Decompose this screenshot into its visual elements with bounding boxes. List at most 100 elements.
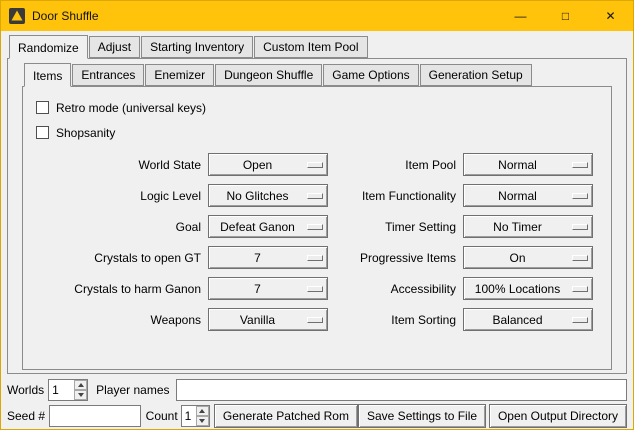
- arrow-down-icon: [199, 419, 205, 423]
- shopsanity-checkbox[interactable]: Shopsanity: [23, 120, 611, 145]
- accessibility-dropdown[interactable]: 100% Locations: [463, 277, 593, 300]
- seed-input[interactable]: [49, 405, 141, 427]
- worlds-spinner-up-button[interactable]: [74, 380, 87, 390]
- count-input[interactable]: [182, 406, 196, 426]
- dropdown-indicator-icon: [572, 162, 588, 168]
- randomize-tab-panel: Items Entrances Enemizer Dungeon Shuffle…: [7, 58, 627, 374]
- primary-notebook: Randomize Adjust Starting Inventory Cust…: [7, 35, 627, 374]
- titlebar: Door Shuffle — □ ✕: [1, 1, 633, 31]
- crystals-to-open-gt-value: 7: [211, 251, 304, 265]
- worlds-spinner-down-button[interactable]: [74, 390, 87, 400]
- item-sorting-value: Balanced: [466, 313, 569, 327]
- dropdown-indicator-icon: [572, 224, 588, 230]
- count-spinner[interactable]: [181, 405, 210, 427]
- secondary-tab-bar: Items Entrances Enemizer Dungeon Shuffle…: [22, 63, 612, 86]
- item-functionality-label: Item Functionality: [335, 189, 456, 203]
- accessibility-value: 100% Locations: [466, 282, 569, 296]
- dropdown-indicator-icon: [307, 286, 323, 292]
- tab-game-options[interactable]: Game Options: [323, 64, 418, 86]
- progressive-items-label: Progressive Items: [335, 251, 456, 265]
- crystals-to-open-gt-dropdown[interactable]: 7: [208, 246, 328, 269]
- item-pool-label: Item Pool: [335, 158, 456, 172]
- crystals-to-harm-ganon-dropdown[interactable]: 7: [208, 277, 328, 300]
- world-state-label: World State: [31, 158, 201, 172]
- item-functionality-value: Normal: [466, 189, 569, 203]
- checkbox-icon[interactable]: [36, 101, 49, 114]
- retro-mode-checkbox[interactable]: Retro mode (universal keys): [23, 95, 611, 120]
- dropdown-indicator-icon: [307, 255, 323, 261]
- world-state-value: Open: [211, 158, 304, 172]
- weapons-dropdown[interactable]: Vanilla: [208, 308, 328, 331]
- logic-level-value: No Glitches: [211, 189, 304, 203]
- checkbox-icon[interactable]: [36, 126, 49, 139]
- goal-label: Goal: [31, 220, 201, 234]
- progressive-items-dropdown[interactable]: On: [463, 246, 593, 269]
- count-spinner-down-button[interactable]: [196, 416, 209, 426]
- worlds-spinner[interactable]: [48, 379, 88, 401]
- primary-tab-bar: Randomize Adjust Starting Inventory Cust…: [7, 35, 627, 58]
- open-output-directory-button[interactable]: Open Output Directory: [489, 404, 627, 428]
- seed-label: Seed #: [7, 409, 45, 423]
- bottom-controls: Worlds Player names Seed # Count: [1, 374, 633, 429]
- window-title: Door Shuffle: [32, 9, 498, 23]
- arrow-up-icon: [78, 383, 84, 387]
- item-pool-dropdown[interactable]: Normal: [463, 153, 593, 176]
- accessibility-label: Accessibility: [335, 282, 456, 296]
- world-state-dropdown[interactable]: Open: [208, 153, 328, 176]
- crystals-to-open-gt-label: Crystals to open GT: [31, 251, 201, 265]
- tab-generation-setup[interactable]: Generation Setup: [420, 64, 532, 86]
- tab-adjust[interactable]: Adjust: [89, 36, 140, 58]
- crystals-to-harm-ganon-value: 7: [211, 282, 304, 296]
- tab-custom-item-pool[interactable]: Custom Item Pool: [254, 36, 367, 58]
- logic-level-dropdown[interactable]: No Glitches: [208, 184, 328, 207]
- goal-value: Defeat Ganon: [211, 220, 304, 234]
- dropdown-indicator-icon: [572, 317, 588, 323]
- maximize-button[interactable]: □: [543, 1, 588, 31]
- tab-entrances[interactable]: Entrances: [72, 64, 144, 86]
- tab-randomize[interactable]: Randomize: [9, 35, 88, 59]
- generate-patched-rom-button[interactable]: Generate Patched Rom: [214, 404, 358, 428]
- arrow-down-icon: [78, 393, 84, 397]
- arrow-up-icon: [199, 409, 205, 413]
- secondary-notebook: Items Entrances Enemizer Dungeon Shuffle…: [22, 63, 612, 370]
- save-settings-button[interactable]: Save Settings to File: [358, 404, 486, 428]
- options-grid: World State Open Item Pool Normal Logic …: [23, 149, 611, 335]
- item-pool-value: Normal: [466, 158, 569, 172]
- minimize-button[interactable]: —: [498, 1, 543, 31]
- player-names-label: Player names: [96, 383, 169, 397]
- item-sorting-label: Item Sorting: [335, 313, 456, 327]
- dropdown-indicator-icon: [307, 317, 323, 323]
- dropdown-indicator-icon: [307, 224, 323, 230]
- timer-setting-value: No Timer: [466, 220, 569, 234]
- timer-setting-dropdown[interactable]: No Timer: [463, 215, 593, 238]
- dropdown-indicator-icon: [572, 255, 588, 261]
- dropdown-indicator-icon: [572, 286, 588, 292]
- items-tab-panel: Retro mode (universal keys) Shopsanity W…: [22, 86, 612, 370]
- worlds-label: Worlds: [7, 383, 44, 397]
- goal-dropdown[interactable]: Defeat Ganon: [208, 215, 328, 238]
- app-window: Door Shuffle — □ ✕ Randomize Adjust Star…: [0, 0, 634, 430]
- close-button[interactable]: ✕: [588, 1, 633, 31]
- dropdown-indicator-icon: [572, 193, 588, 199]
- timer-setting-label: Timer Setting: [335, 220, 456, 234]
- tab-starting-inventory[interactable]: Starting Inventory: [141, 36, 253, 58]
- count-label: Count: [146, 409, 178, 423]
- dropdown-indicator-icon: [307, 193, 323, 199]
- player-names-input[interactable]: [176, 379, 628, 401]
- shopsanity-label: Shopsanity: [56, 126, 115, 140]
- count-spinner-up-button[interactable]: [196, 406, 209, 416]
- item-sorting-dropdown[interactable]: Balanced: [463, 308, 593, 331]
- item-functionality-dropdown[interactable]: Normal: [463, 184, 593, 207]
- dropdown-indicator-icon: [307, 162, 323, 168]
- retro-mode-label: Retro mode (universal keys): [56, 101, 206, 115]
- crystals-to-harm-ganon-label: Crystals to harm Ganon: [31, 282, 201, 296]
- tab-dungeon-shuffle[interactable]: Dungeon Shuffle: [215, 64, 322, 86]
- progressive-items-value: On: [466, 251, 569, 265]
- tab-enemizer[interactable]: Enemizer: [145, 64, 214, 86]
- weapons-value: Vanilla: [211, 313, 304, 327]
- weapons-label: Weapons: [31, 313, 201, 327]
- logic-level-label: Logic Level: [31, 189, 201, 203]
- tab-items[interactable]: Items: [24, 63, 71, 87]
- app-icon: [9, 8, 25, 24]
- worlds-input[interactable]: [49, 380, 74, 400]
